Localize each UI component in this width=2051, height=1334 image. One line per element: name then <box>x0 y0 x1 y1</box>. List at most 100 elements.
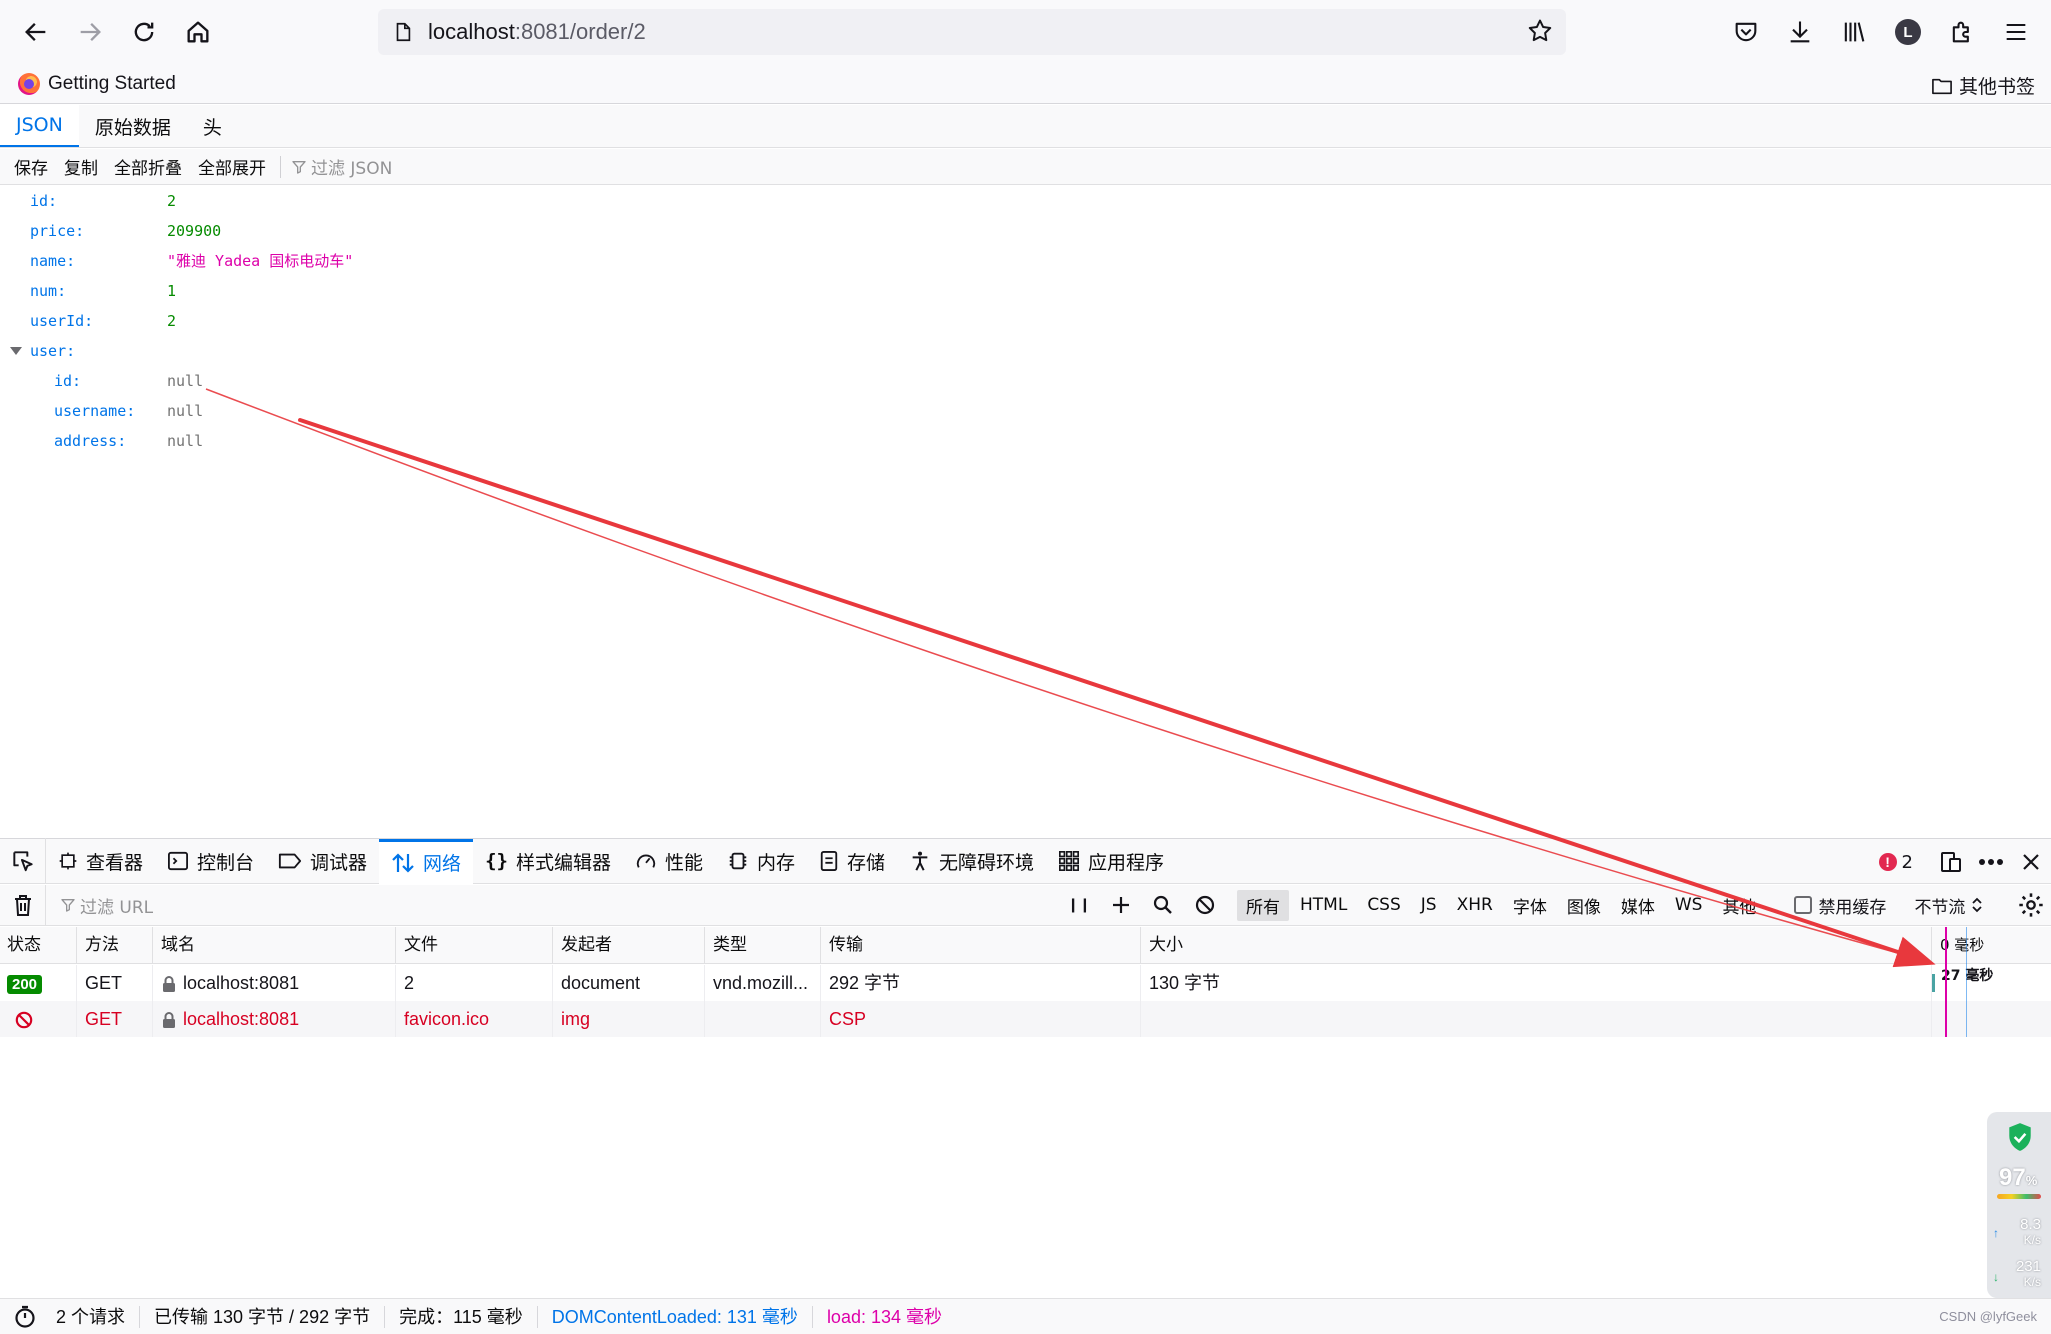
search-icon <box>1153 895 1172 914</box>
column-size[interactable]: 大小 <box>1142 927 1932 964</box>
url-filter-placeholder: 过滤 URL <box>80 897 154 918</box>
column-status[interactable]: 状态 <box>0 927 77 964</box>
tab-network[interactable]: 网络 <box>379 838 474 884</box>
throttling-select[interactable]: 不节流 <box>1914 893 1983 918</box>
plus-icon <box>1113 897 1129 913</box>
tab-inspector[interactable]: 查看器 <box>46 839 155 884</box>
bookmark-star-button[interactable] <box>1526 17 1554 50</box>
collapse-all-button[interactable]: 全部折叠 <box>106 154 190 179</box>
filter-images[interactable]: 图像 <box>1558 890 1610 921</box>
tab-accessibility[interactable]: 无障碍环境 <box>897 839 1046 884</box>
filter-js[interactable]: JS <box>1412 892 1446 918</box>
filter-fonts[interactable]: 字体 <box>1504 890 1556 921</box>
disable-cache-checkbox[interactable]: 禁用缓存 <box>1794 893 1886 918</box>
table-row[interactable]: 200 GET localhost:8081 2 document vnd.mo… <box>0 965 2051 1001</box>
network-settings-button[interactable] <box>2017 891 2045 924</box>
tab-application[interactable]: 应用程序 <box>1046 839 1176 884</box>
bookmark-label: Getting Started <box>48 72 176 94</box>
bookmark-getting-started[interactable]: Getting Started <box>18 72 176 95</box>
tab-memory[interactable]: 内存 <box>715 839 807 884</box>
clear-button[interactable] <box>0 885 46 925</box>
copy-button[interactable]: 复制 <box>56 154 106 179</box>
menu-button[interactable] <box>1989 5 2043 59</box>
url-filter-input[interactable]: 过滤 URL <box>60 893 1060 918</box>
element-picker-button[interactable] <box>0 838 46 884</box>
url-text: localhost:8081/order/2 <box>428 19 646 45</box>
expand-all-button[interactable]: 全部展开 <box>190 154 274 179</box>
json-key: price: <box>30 222 85 240</box>
tab-storage[interactable]: 存储 <box>807 839 897 884</box>
column-type[interactable]: 类型 <box>706 927 821 964</box>
devtools-options-button[interactable] <box>1971 842 2011 882</box>
reload-button[interactable] <box>117 5 171 59</box>
load-time: load: 134 毫秒 <box>826 1306 943 1327</box>
filter-xhr[interactable]: XHR <box>1448 892 1502 918</box>
close-devtools-button[interactable] <box>2011 842 2051 882</box>
type-cell <box>706 1001 821 1037</box>
filter-all[interactable]: 所有 <box>1237 889 1289 921</box>
tab-headers[interactable]: 头 <box>187 105 238 147</box>
finish-time: 完成：115 毫秒 <box>385 1305 538 1328</box>
network-speed-widget[interactable]: 97% ↑ 8.3 K/s ↓ 231 K/s <box>1987 1112 2051 1298</box>
navigation-toolbar: localhost:8081/order/2 L <box>0 0 2051 64</box>
json-value: null <box>167 402 204 420</box>
tab-json[interactable]: JSON <box>0 105 79 147</box>
domain-text: localhost:8081 <box>183 1009 300 1029</box>
other-bookmarks[interactable]: 其他书签 <box>1931 72 2035 99</box>
pause-button[interactable]: ❙❙ <box>1058 885 1100 925</box>
responsive-design-button[interactable] <box>1931 842 1971 882</box>
method-cell: GET <box>78 965 153 1001</box>
column-method[interactable]: 方法 <box>78 927 153 964</box>
tab-console[interactable]: 控制台 <box>155 839 266 884</box>
json-value: 209900 <box>167 222 222 240</box>
add-request-button[interactable] <box>1100 885 1142 925</box>
extensions-button[interactable] <box>1935 5 1989 59</box>
stopwatch-icon <box>15 1305 35 1328</box>
initiator-cell: document <box>554 965 705 1001</box>
folder-icon <box>1932 78 1952 94</box>
table-row[interactable]: GET localhost:8081 favicon.ico img CSP <box>0 1001 2051 1037</box>
star-icon <box>1528 19 1552 42</box>
block-requests-button[interactable] <box>1184 885 1226 925</box>
column-waterfall[interactable]: 0 毫秒 <box>1933 927 2051 964</box>
search-button[interactable] <box>1142 885 1184 925</box>
updown-chevron-icon <box>1972 897 1983 913</box>
tab-performance[interactable]: 性能 <box>623 839 715 884</box>
filter-ws[interactable]: WS <box>1666 892 1712 918</box>
tab-label: 网络 <box>423 853 462 875</box>
account-button[interactable]: L <box>1881 5 1935 59</box>
json-value: 2 <box>167 312 177 330</box>
toolbar-right: L <box>1719 5 2043 59</box>
json-value: null <box>167 432 204 450</box>
home-button[interactable] <box>171 5 225 59</box>
column-domain[interactable]: 域名 <box>154 927 396 964</box>
filter-other[interactable]: 其他 <box>1713 890 1765 921</box>
downloads-button[interactable] <box>1773 5 1827 59</box>
library-icon <box>1844 22 1865 42</box>
json-filter-input[interactable]: 过滤 JSON <box>291 154 392 179</box>
forward-button[interactable] <box>63 5 117 59</box>
size-cell: 130 字节 <box>1142 965 1932 1001</box>
url-bar[interactable]: localhost:8081/order/2 <box>378 9 1566 55</box>
error-count-badge[interactable]: ! 2 <box>1878 852 1913 873</box>
forward-arrow-icon <box>80 23 101 41</box>
column-file[interactable]: 文件 <box>397 927 553 964</box>
tab-style-editor[interactable]: {} 样式编辑器 <box>473 839 623 884</box>
filter-html[interactable]: HTML <box>1291 892 1356 918</box>
filter-media[interactable]: 媒体 <box>1612 890 1664 921</box>
library-button[interactable] <box>1827 5 1881 59</box>
reload-icon <box>134 22 154 42</box>
pocket-button[interactable] <box>1719 5 1773 59</box>
column-initiator[interactable]: 发起者 <box>554 927 705 964</box>
column-transferred[interactable]: 传输 <box>822 927 1141 964</box>
shield-check-icon <box>2009 1123 2031 1151</box>
download-value: 231 <box>2015 1258 2041 1275</box>
tab-raw-data[interactable]: 原始数据 <box>79 105 187 147</box>
back-button[interactable] <box>9 5 63 59</box>
tab-debugger[interactable]: 调试器 <box>266 839 379 884</box>
save-button[interactable]: 保存 <box>6 154 56 179</box>
json-row-expandable[interactable]: user: <box>0 336 300 366</box>
expand-triangle-icon[interactable] <box>10 347 22 355</box>
filter-css[interactable]: CSS <box>1358 892 1409 918</box>
dom-content-loaded-time: DOMContentLoaded: 131 毫秒 <box>538 1305 813 1328</box>
